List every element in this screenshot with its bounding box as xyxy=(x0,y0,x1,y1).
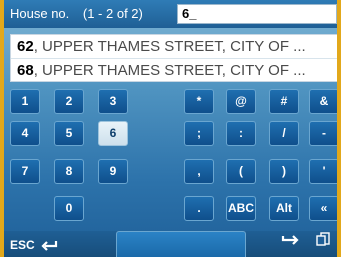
back-arrow-icon xyxy=(41,240,58,251)
key-colon[interactable]: : xyxy=(226,121,256,146)
header-title: House no. (1 - 2 of 2) xyxy=(10,6,143,21)
street-text: , UPPER THAMES STREET, CITY OF ... xyxy=(33,62,306,79)
key-period[interactable]: . xyxy=(184,196,214,221)
key-9[interactable]: 9 xyxy=(98,159,128,184)
key-3[interactable]: 3 xyxy=(98,89,128,114)
esc-label: ESC xyxy=(10,238,35,252)
abc-button[interactable]: ABC xyxy=(226,196,256,221)
key-at[interactable]: @ xyxy=(226,89,256,114)
copy-icon[interactable] xyxy=(315,232,331,251)
alt-button[interactable]: Alt xyxy=(269,196,299,221)
screen: House no. (1 - 2 of 2) 6_ 62, UPPER THAM… xyxy=(0,0,341,257)
key-comma[interactable]: , xyxy=(184,159,214,184)
key-6[interactable]: 6 xyxy=(98,121,128,146)
key-right-paren[interactable]: ) xyxy=(269,159,299,184)
key-star[interactable]: * xyxy=(184,89,214,114)
key-0[interactable]: 0 xyxy=(54,196,84,221)
header-bar: House no. (1 - 2 of 2) 6_ xyxy=(4,0,337,28)
center-button[interactable] xyxy=(116,231,246,257)
house-number: 62 xyxy=(17,38,34,55)
forward-arrow-icon[interactable] xyxy=(281,233,305,250)
key-1[interactable]: 1 xyxy=(10,89,40,114)
key-2[interactable]: 2 xyxy=(54,89,84,114)
esc-button[interactable]: ESC xyxy=(10,238,59,252)
field-label: House no. xyxy=(10,6,70,21)
street-text: , UPPER THAMES STREET, CITY OF ... xyxy=(33,38,306,55)
house-number: 68 xyxy=(17,62,34,79)
key-hash[interactable]: # xyxy=(269,89,299,114)
key-left-paren[interactable]: ( xyxy=(226,159,256,184)
results-list: 62, UPPER THAMES STREET, CITY OF ... 68,… xyxy=(10,34,337,82)
key-5[interactable]: 5 xyxy=(54,121,84,146)
key-semicolon[interactable]: ; xyxy=(184,121,214,146)
result-count: (1 - 2 of 2) xyxy=(82,6,143,21)
key-4[interactable]: 4 xyxy=(10,121,40,146)
key-slash[interactable]: / xyxy=(269,121,299,146)
backspace-button[interactable]: « xyxy=(309,196,337,221)
key-dash[interactable]: - xyxy=(309,121,337,146)
key-8[interactable]: 8 xyxy=(54,159,84,184)
footer-icons xyxy=(271,231,331,252)
key-7[interactable]: 7 xyxy=(10,159,40,184)
result-item-1[interactable]: 62, UPPER THAMES STREET, CITY OF ... xyxy=(11,35,337,58)
house-number-input[interactable]: 6_ xyxy=(177,4,337,24)
key-ampersand[interactable]: & xyxy=(309,89,337,114)
key-apostrophe[interactable]: ' xyxy=(309,159,337,184)
result-item-2[interactable]: 68, UPPER THAMES STREET, CITY OF ... xyxy=(11,58,337,82)
